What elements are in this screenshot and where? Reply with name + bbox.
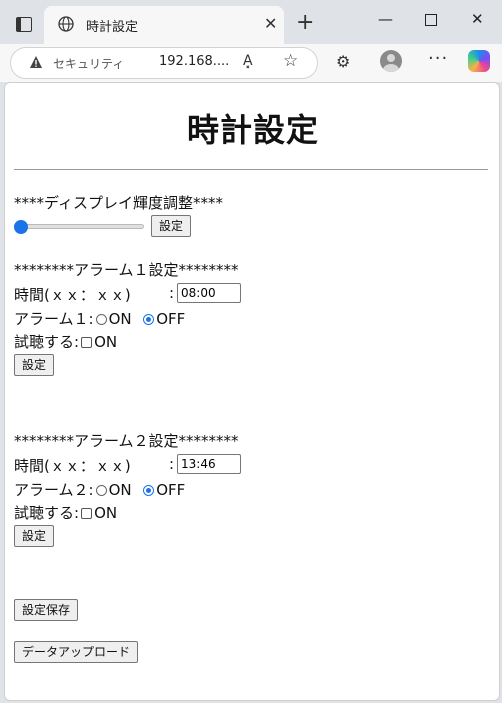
address-bar[interactable]: セキュリティ 192.168.... A͓ ☆: [10, 47, 318, 79]
alarm1-test-label: 試聴する:: [14, 333, 80, 351]
alarm2-time-label: 時間(ｘｘ：ｘｘ): [14, 457, 131, 475]
alarm1-off-radio[interactable]: [143, 314, 155, 325]
alarm2-test-row: 試聴する: ON: [14, 502, 117, 523]
brightness-heading: ****ディスプレイ輝度調整****: [14, 194, 223, 212]
brightness-slider[interactable]: [14, 219, 144, 235]
alarm2-test-label: 試聴する:: [14, 504, 80, 522]
alarm2-off-label[interactable]: OFF: [156, 481, 185, 499]
new-tab-button[interactable]: +: [296, 10, 314, 36]
divider: [14, 169, 488, 170]
alarm1-off-label[interactable]: OFF: [156, 310, 185, 328]
window-close-button[interactable]: ✕: [471, 10, 484, 28]
brightness-set-button[interactable]: 設定: [151, 215, 192, 237]
maximize-button[interactable]: [425, 10, 437, 30]
alarm2-test-on-label[interactable]: ON: [94, 504, 117, 522]
alarm1-time-input[interactable]: [177, 283, 241, 303]
slider-track[interactable]: [14, 224, 144, 229]
alarm1-heading: ********アラーム１設定********: [14, 261, 239, 279]
alarm2-time-row: 時間(ｘｘ：ｘｘ): [14, 455, 131, 476]
copilot-icon[interactable]: [468, 50, 490, 72]
save-settings-button[interactable]: 設定保存: [14, 599, 79, 621]
security-label[interactable]: セキュリティ: [53, 55, 124, 72]
tab-strip: 時計設定 ✕ + — ✕: [0, 0, 502, 44]
alarm1-time-row: 時間(ｘｘ：ｘｘ): [14, 284, 131, 305]
page-viewport: 時計設定 ****ディスプレイ輝度調整**** 設定 ********アラーム１…: [4, 82, 500, 701]
alarm1-on-label[interactable]: ON: [109, 310, 132, 328]
alarm2-set-button[interactable]: 設定: [14, 525, 55, 547]
globe-icon: [58, 16, 74, 32]
alarm1-set-button[interactable]: 設定: [14, 354, 55, 376]
slider-thumb[interactable]: [14, 220, 28, 234]
tab-actions-icon[interactable]: [10, 10, 38, 38]
alarm2-toggle-row: アラーム２: ON OFF: [14, 479, 185, 500]
star-icon[interactable]: ☆: [283, 51, 298, 71]
alarm1-time-label: 時間(ｘｘ：ｘｘ): [14, 286, 131, 304]
alarm2-off-radio[interactable]: [143, 485, 155, 496]
alarm1-on-radio[interactable]: [95, 314, 107, 325]
alarm2-heading: ********アラーム２設定********: [14, 432, 239, 450]
more-icon[interactable]: ···: [428, 48, 448, 69]
tab-title: 時計設定: [86, 20, 139, 35]
page-title: 時計設定: [186, 111, 319, 149]
alarm1-test-on-label[interactable]: ON: [94, 333, 117, 351]
alarm2-colon: :: [169, 455, 175, 473]
alarm1-label: アラーム１:: [14, 310, 94, 328]
alarm2-time-input[interactable]: [177, 454, 241, 474]
extensions-icon[interactable]: ⚙: [336, 52, 350, 71]
minimize-button[interactable]: —: [378, 10, 393, 28]
browser-tab[interactable]: 時計設定 ✕: [44, 6, 284, 44]
alarm2-on-label[interactable]: ON: [109, 481, 132, 499]
data-upload-button[interactable]: データアップロード: [14, 641, 139, 663]
alarm2-on-radio[interactable]: [95, 485, 107, 496]
alarm1-test-row: 試聴する: ON: [14, 331, 117, 352]
alarm1-colon: :: [169, 284, 175, 302]
read-aloud-icon[interactable]: A͓: [243, 53, 253, 69]
warning-icon[interactable]: [29, 55, 43, 69]
alarm2-label: アラーム２:: [14, 481, 94, 499]
alarm1-toggle-row: アラーム１: ON OFF: [14, 308, 185, 329]
maximize-icon: [425, 14, 437, 26]
url-text[interactable]: 192.168....: [159, 54, 229, 69]
alarm2-test-checkbox[interactable]: [81, 508, 93, 519]
profile-icon[interactable]: [380, 50, 402, 72]
tab-close-icon[interactable]: ✕: [264, 14, 277, 33]
browser-toolbar: セキュリティ 192.168.... A͓ ☆ ⚙ ···: [0, 44, 502, 82]
alarm1-test-checkbox[interactable]: [81, 337, 93, 348]
